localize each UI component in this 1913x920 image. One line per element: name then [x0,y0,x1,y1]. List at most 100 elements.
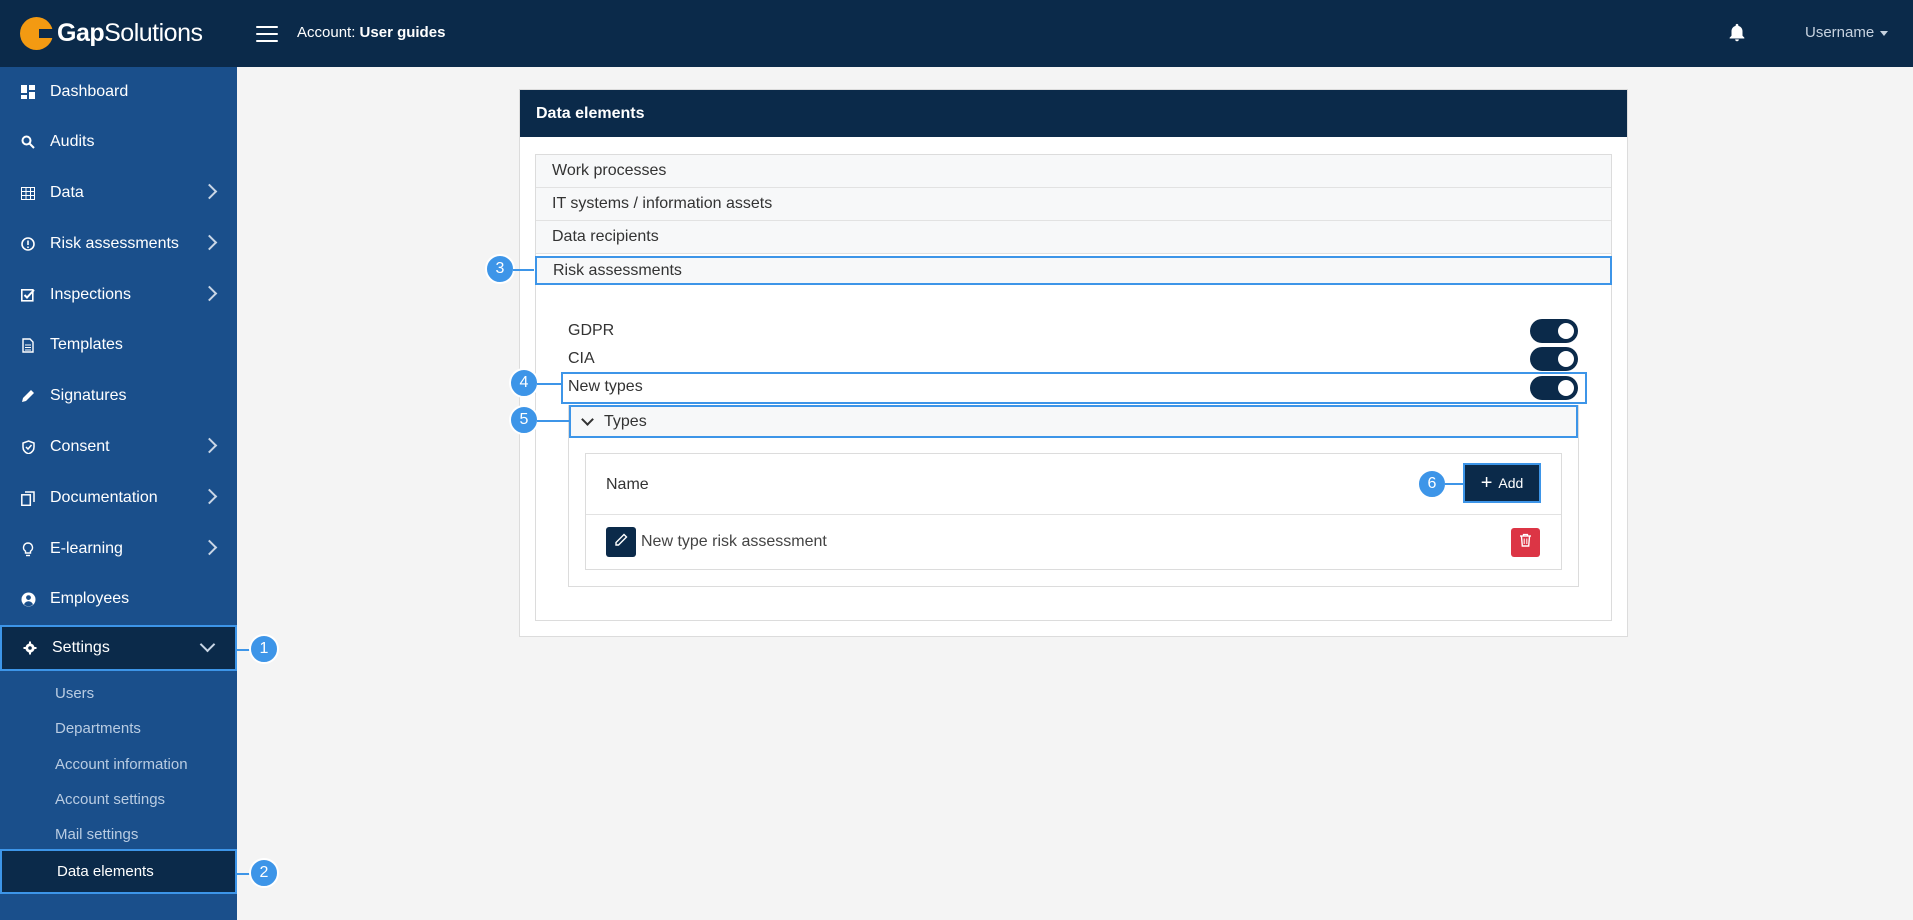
shield-icon [20,439,36,455]
plus-icon: + [1480,472,1493,494]
callout-connector [513,269,534,271]
account-indicator: Account: User guides [297,24,445,41]
callout-connector [537,420,569,422]
delete-row-button[interactable] [1511,528,1540,557]
callout-marker-6: 6 [1417,469,1447,499]
top-bar: GapSolutions Account: User guides Userna… [0,0,1913,67]
type-row-name: New type risk assessment [641,533,827,550]
sidebar-item-label: Data [50,184,84,201]
sidebar-item-signatures[interactable]: Signatures [0,371,237,421]
alert-circle-icon [20,236,36,252]
sidebar-item-inspections[interactable]: Inspections [0,270,237,320]
sidebar-subitem-account-settings[interactable]: Account settings [0,782,237,816]
accordion-item-it-systems[interactable]: IT systems / information assets [536,188,1611,221]
accordion-item-label: Data recipients [552,228,659,245]
sidebar-item-label: Dashboard [50,83,129,100]
new-types-highlight [561,372,1587,404]
accordion-item-label: Risk assessments [553,261,682,279]
logo-mark-icon [20,17,55,50]
sidebar-item-e-learning[interactable]: E-learning [0,524,237,574]
checkbox-icon [20,287,36,303]
edit-row-button[interactable] [606,527,636,557]
sidebar-item-label: Settings [52,639,110,656]
chevron-right-icon [201,488,218,505]
user-menu[interactable]: Username [1805,24,1889,41]
sidebar-subitem-label: Departments [55,719,141,737]
logo-text-bold: Gap [57,19,105,47]
accordion-item-work-processes[interactable]: Work processes [536,155,1611,188]
sidebar-subitem-label: Account settings [55,790,166,808]
dashboard-icon [20,84,36,100]
account-label: Account: [297,24,356,41]
callout-marker-3: 3 [485,254,515,284]
sidebar-item-label: Documentation [50,489,158,506]
sidebar-subitem-data-elements[interactable]: Data elements [0,849,237,894]
callout-marker-1: 1 [249,634,279,664]
sidebar-subitem-label: Account information [55,755,188,773]
sidebar-subitem-mail-settings[interactable]: Mail settings [0,817,237,851]
sidebar-item-consent[interactable]: Consent [0,422,237,472]
option-label-cia: CIA [568,350,595,367]
sidebar-item-employees[interactable]: Employees [0,574,237,624]
lightbulb-icon [20,541,36,557]
chevron-down-icon [199,636,216,653]
document-icon [20,337,36,353]
sidebar: Dashboard Audits Data Risk assessments I… [0,67,237,920]
bell-icon[interactable] [1726,22,1748,44]
toggle-gdpr[interactable] [1530,319,1578,343]
sidebar-subitem-account-information[interactable]: Account information [0,747,237,781]
sidebar-subitem-label: Data elements [57,863,154,880]
sidebar-item-settings[interactable]: Settings [0,625,237,671]
sidebar-subitem-label: Users [55,684,95,702]
chevron-right-icon [201,285,218,302]
chevron-right-icon [201,437,218,454]
types-collapse-header[interactable]: Types [569,405,1578,438]
caret-down-icon [1880,30,1889,36]
sidebar-item-documentation[interactable]: Documentation [0,473,237,523]
callout-connector [537,383,561,385]
column-header-name: Name [606,476,649,493]
sidebar-item-label: Templates [50,336,123,353]
pen-icon [20,388,36,404]
sidebar-subitem-users[interactable]: Users [0,676,237,710]
sidebar-item-label: E-learning [50,540,123,557]
account-name: User guides [359,24,446,41]
sidebar-item-dashboard[interactable]: Dashboard [0,67,237,117]
types-label: Types [604,412,647,430]
sidebar-item-audits[interactable]: Audits [0,117,237,167]
sidebar-item-label: Consent [50,438,110,455]
chevron-right-icon [201,234,218,251]
add-button-label: Add [1498,475,1524,491]
sidebar-item-label: Audits [50,133,95,150]
sidebar-item-data[interactable]: Data [0,168,237,218]
sidebar-item-label: Employees [50,590,130,607]
trash-icon [1519,533,1532,552]
table-icon [20,185,36,201]
user-circle-icon [20,591,36,607]
gear-icon [22,640,38,656]
pencil-icon [614,533,628,552]
sidebar-item-label: Inspections [50,286,131,303]
sidebar-item-label: Risk assessments [50,235,179,252]
callout-marker-2: 2 [249,858,279,888]
logo-text-light: Solutions [104,19,203,47]
username-label: Username [1805,24,1875,41]
toggle-new-types[interactable] [1530,376,1578,400]
sidebar-item-templates[interactable]: Templates [0,320,237,370]
sidebar-item-label: Signatures [50,387,127,404]
callout-connector [1445,483,1463,485]
sidebar-subitem-label: Mail settings [55,825,139,843]
option-label-gdpr: GDPR [568,322,615,339]
row-divider [586,514,1561,515]
accordion-item-label: IT systems / information assets [552,195,773,212]
accordion-item-data-recipients[interactable]: Data recipients [536,221,1611,254]
search-icon [20,134,36,150]
sidebar-subitem-departments[interactable]: Departments [0,711,237,745]
accordion-item-risk-assessments[interactable]: Risk assessments [535,256,1612,285]
menu-toggle-icon[interactable] [256,26,278,42]
chevron-right-icon [201,183,218,200]
add-type-button[interactable]: + Add [1463,463,1541,503]
gapsolutions-logo[interactable]: GapSolutions [20,17,203,50]
sidebar-item-risk-assessments[interactable]: Risk assessments [0,219,237,269]
toggle-cia[interactable] [1530,347,1578,371]
